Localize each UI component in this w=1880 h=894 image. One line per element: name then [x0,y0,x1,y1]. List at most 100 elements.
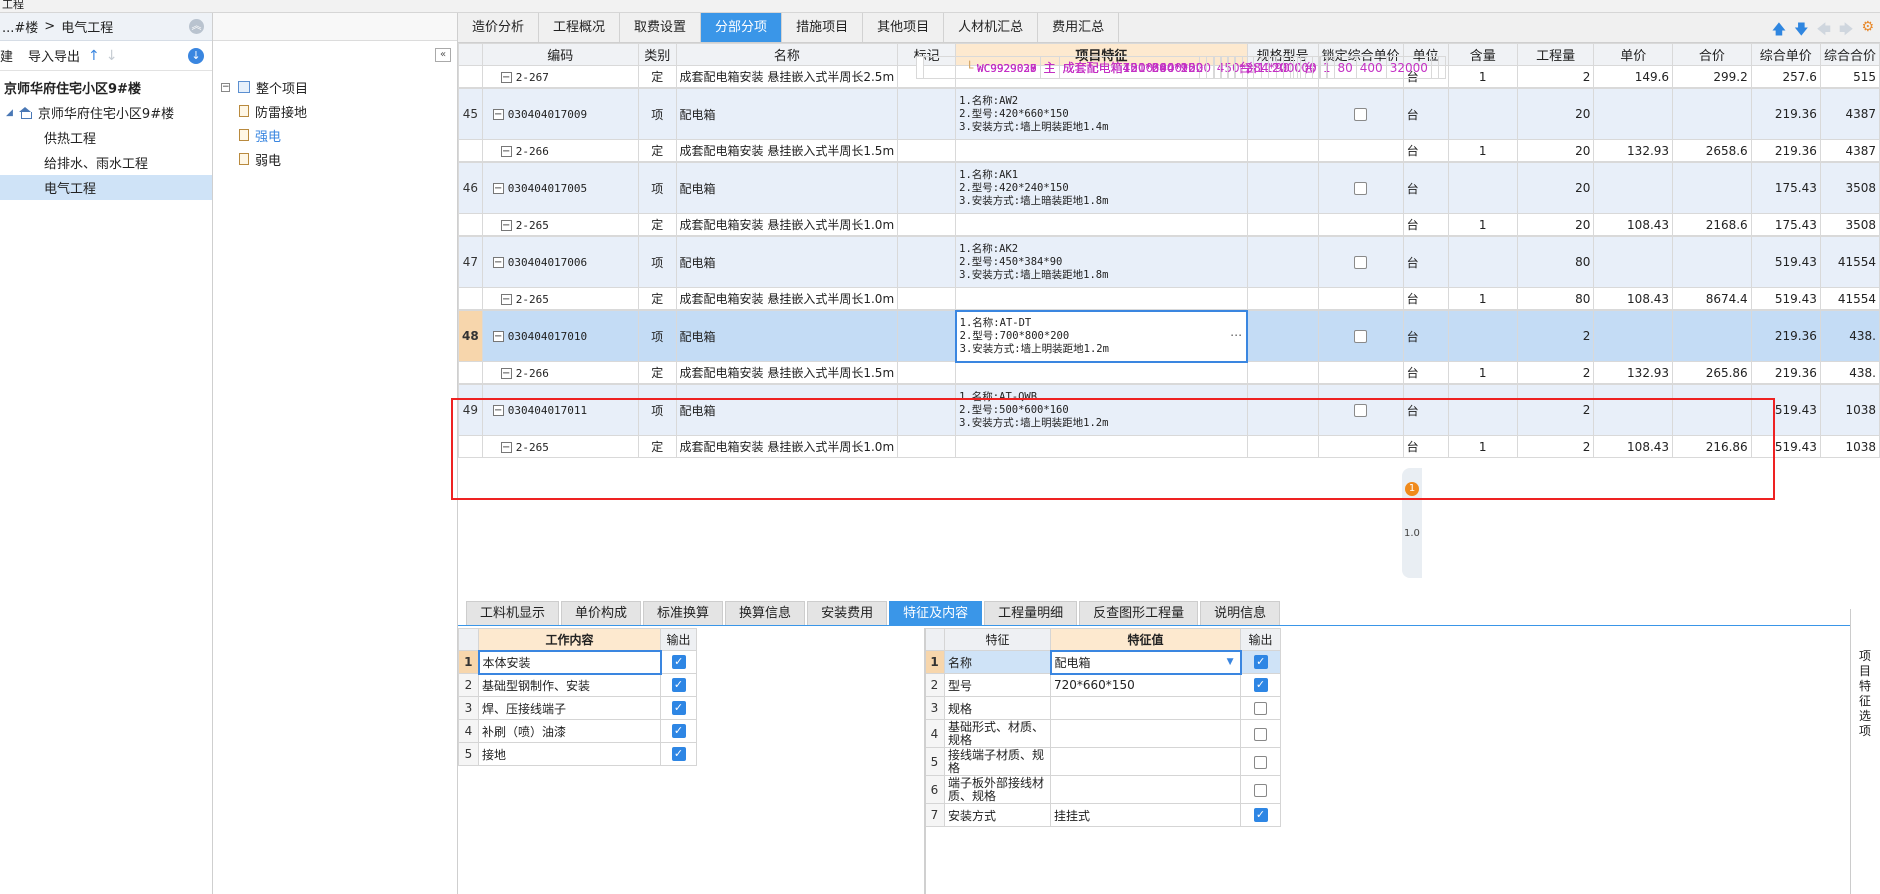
detail-tab-6[interactable]: 工程量明细 [984,601,1078,625]
output-checkbox[interactable] [1254,702,1267,715]
section-tree-item[interactable]: 弱电 [221,147,308,171]
move-up-icon[interactable]: ↑ [88,48,100,64]
tab-2[interactable]: 取费设置 [620,13,702,42]
collapse-toggle-icon[interactable]: − [500,293,512,305]
column-header[interactable]: 名称 [675,43,899,66]
move-up-icon[interactable]: 🡅 [1772,19,1786,43]
output-checkbox-cell[interactable]: ✓ [660,673,697,697]
collapse-panel-icon[interactable]: « [435,48,451,62]
download-icon[interactable]: ↓ [188,48,204,64]
column-header[interactable]: 类别 [637,43,677,66]
output-checkbox-cell[interactable]: ✓ [660,696,697,720]
tab-4[interactable]: 措施项目 [782,13,864,42]
item-name[interactable]: 配电箱 [675,310,899,362]
checkmark-icon[interactable]: ✓ [671,655,686,670]
feature-value[interactable] [1050,719,1241,748]
feature-row[interactable]: 4 基础形式、材质、规格 [924,719,1281,748]
feature-row[interactable]: 5 接线端子材质、规格 [924,747,1281,776]
checkmark-icon[interactable]: ✓ [671,678,686,693]
feature-value[interactable]: 720*660*150 [1050,673,1241,697]
item-name[interactable]: 成套配电箱安装 悬挂嵌入式半周长2.5m [675,65,899,88]
item-name[interactable]: 成套配电箱安装 悬挂嵌入式半周长1.0m [675,435,899,458]
work-content-text[interactable]: 补刷（喷）油漆 [478,719,661,743]
item-spec[interactable] [1220,56,1229,79]
item-mark[interactable] [1206,56,1215,79]
item-qty[interactable]: 1 [1253,56,1270,79]
output-checkbox-cell[interactable]: ✓ [1240,650,1281,674]
item-name[interactable]: 成套配电箱安装 悬挂嵌入式半周长1.5m [675,139,899,162]
feature-row[interactable]: 2 型号 720*660*150 ✓ [924,673,1281,697]
section-tree-item[interactable]: 强电 [221,123,308,147]
arrow-right-icon[interactable]: 🡆 [1839,19,1853,43]
collapse-toggle-icon[interactable]: − [500,441,512,453]
floating-assistant[interactable]: 1 1.0 [1402,468,1422,578]
item-name[interactable]: 成套配电箱700*800*200 [1058,56,1208,79]
column-header[interactable] [458,43,483,66]
collapse-toggle-icon[interactable]: − [492,405,504,416]
detail-tab-5[interactable]: 特征及内容 [889,601,983,625]
item-amount[interactable]: 2 [1268,56,1284,79]
feature-options-strip[interactable]: 项目特征选项 [1850,609,1880,894]
checkmark-icon[interactable]: ✓ [1253,655,1268,670]
expand-arrow-icon[interactable]: ◢ [6,108,13,118]
checkmark-icon[interactable]: ✓ [671,747,686,762]
import-export-menu[interactable]: 导入导出 [28,46,80,65]
dropdown-arrow-icon[interactable]: ▼ [1227,657,1234,667]
tab-3[interactable]: 分部分项 [701,13,783,42]
collapse-toggle-icon[interactable]: − [500,145,512,157]
checkmark-icon[interactable]: ✓ [671,701,686,716]
feature-value[interactable] [1050,696,1241,720]
checkmark-icon[interactable]: ✓ [1253,808,1268,823]
tab-6[interactable]: 人材机汇总 [944,13,1039,42]
project-tree-item[interactable]: 供热工程 [0,125,212,150]
detail-tab-1[interactable]: 单价构成 [561,601,642,625]
collapse-toggle-icon[interactable]: − [492,331,504,342]
item-name[interactable]: 成套配电箱安装 悬挂嵌入式半周长1.0m [675,287,899,310]
work-content-row[interactable]: 4 补刷（喷）油漆 ✓ [458,719,697,743]
item-name[interactable]: 成套配电箱安装 悬挂嵌入式半周长1.5m [675,361,899,384]
work-content-row[interactable]: 2 基础型钢制作、安装 ✓ [458,673,697,697]
work-content-text[interactable]: 本体安装 [477,649,662,675]
collapse-toggle-icon[interactable]: − [500,71,512,83]
checkmark-icon[interactable]: ✓ [671,724,686,739]
feature-row[interactable]: 3 规格 [924,696,1281,720]
new-menu[interactable]: 建 [0,46,13,65]
tab-5[interactable]: 其他项目 [863,13,945,42]
output-checkbox-cell[interactable] [1240,747,1281,776]
collapse-toggle-icon[interactable]: − [492,183,504,194]
move-down-icon[interactable]: 🡇 [1794,19,1808,43]
work-content-text[interactable]: 焊、压接线端子 [478,696,661,720]
collapse-toggle-icon[interactable]: − [500,367,512,379]
item-name[interactable]: 配电箱 [675,236,899,288]
tab-7[interactable]: 费用汇总 [1038,13,1120,42]
feature-row[interactable]: 6 端子板外部接线材质、规格 [924,775,1281,804]
tab-1[interactable]: 工程概况 [539,13,621,42]
item-feature[interactable] [955,435,1248,458]
item-feature[interactable]: 1.名称:AT-QWB 2.型号:500*600*160 3.安装方式:墙上明装… [955,384,1248,436]
item-name[interactable]: 成套配电箱安装 悬挂嵌入式半周长1.0m [675,213,899,236]
column-header[interactable]: 编码 [481,43,639,66]
collapse-up-icon[interactable]: ︽ [189,19,204,34]
collapse-toggle-icon[interactable]: − [221,82,230,92]
feature-row[interactable]: 7 安装方式 挂挂式 ✓ [924,803,1281,827]
work-content-text[interactable]: 基础型钢制作、安装 [478,673,661,697]
project-tree-item[interactable]: 电气工程 [0,175,212,200]
feature-value[interactable] [1050,747,1241,776]
project-tree-item[interactable]: 京师华府住宅小区9#楼 [0,75,212,100]
checkmark-icon[interactable]: ✓ [1253,678,1268,693]
output-checkbox[interactable] [1254,727,1267,741]
detail-tab-4[interactable]: 安装费用 [807,601,888,625]
output-checkbox-cell[interactable] [1240,696,1281,720]
detail-tab-8[interactable]: 说明信息 [1200,601,1281,625]
feature-value[interactable]: 挂挂式 [1050,803,1241,827]
item-feature[interactable] [1213,56,1222,79]
work-content-row[interactable]: 3 焊、压接线端子 ✓ [458,696,697,720]
project-tree-item[interactable]: ◢ 京师华府住宅小区9#楼 [0,100,212,125]
item-name[interactable]: 配电箱 [675,162,899,214]
breadcrumb-parent[interactable]: ...#楼 [2,17,38,36]
output-checkbox-cell[interactable]: ✓ [660,719,697,743]
output-checkbox-cell[interactable] [1240,775,1281,804]
arrow-left-icon[interactable]: 🡄 [1817,19,1831,43]
output-checkbox[interactable] [1254,755,1267,769]
lock-price-cell[interactable] [1227,56,1236,79]
